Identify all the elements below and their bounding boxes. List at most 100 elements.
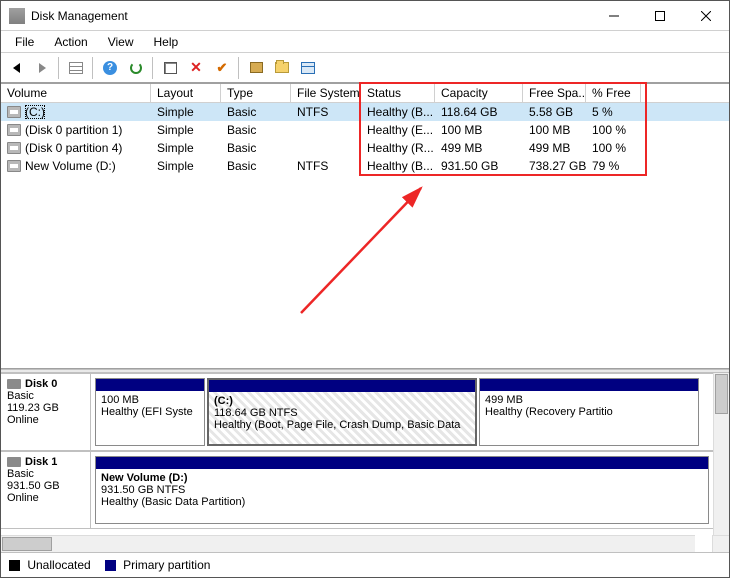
partition-body: 499 MBHealthy (Recovery Partitio	[480, 391, 698, 445]
scrollbar-corner	[712, 535, 729, 552]
properties-button[interactable]	[159, 57, 181, 79]
menubar: File Action View Help	[1, 31, 729, 53]
minimize-button[interactable]	[591, 1, 637, 30]
console-tree-icon	[69, 62, 83, 74]
disk-kind: Basic	[7, 390, 84, 402]
legend-unallocated-label: Unallocated	[27, 558, 90, 572]
volume-row[interactable]: (Disk 0 partition 1)SimpleBasicHealthy (…	[1, 121, 729, 139]
delete-button[interactable]: ✕	[185, 57, 207, 79]
toolbar: ? ✕ ✔	[1, 53, 729, 83]
disk-state: Online	[7, 492, 84, 504]
partition-title: New Volume (D:)	[101, 472, 188, 484]
volume-cell: Basic	[221, 122, 291, 138]
volume-cell: Basic	[221, 140, 291, 156]
menu-view[interactable]: View	[98, 33, 144, 51]
disk-label: Disk 1Basic931.50 GBOnline	[1, 452, 91, 528]
volume-cell: 738.27 GB	[523, 158, 586, 174]
disk-row: Disk 1Basic931.50 GBOnlineNew Volume (D:…	[1, 451, 713, 529]
menu-action[interactable]: Action	[44, 33, 97, 51]
disk-rows: Disk 0Basic119.23 GBOnline100 MBHealthy …	[1, 373, 713, 535]
vertical-scrollbar[interactable]	[713, 373, 729, 535]
menu-file[interactable]: File	[5, 33, 44, 51]
volume-cell: 100 %	[586, 140, 641, 156]
legend-primary-label: Primary partition	[123, 558, 210, 572]
horizontal-scrollbar[interactable]	[1, 535, 695, 552]
disk-size: 931.50 GB	[7, 480, 84, 492]
partition-line2: Healthy (EFI Syste	[101, 406, 193, 418]
scrollbar-thumb[interactable]	[2, 537, 52, 551]
legend-unallocated: Unallocated	[9, 558, 91, 572]
volume-cell: 118.64 GB	[435, 104, 523, 120]
volume-cell: Healthy (E...	[361, 122, 435, 138]
maximize-button[interactable]	[637, 1, 683, 30]
volume-row[interactable]: New Volume (D:)SimpleBasicNTFSHealthy (B…	[1, 157, 729, 175]
column-header-filesystem[interactable]: File System	[291, 84, 361, 102]
partition[interactable]: (C:)118.64 GB NTFSHealthy (Boot, Page Fi…	[207, 378, 477, 446]
partition-header	[96, 457, 708, 469]
partition-line1: 100 MB	[101, 394, 139, 406]
titlebar: Disk Management	[1, 1, 729, 31]
disk-icon	[7, 379, 21, 389]
show-console-tree-button[interactable]	[65, 57, 87, 79]
partition-header	[96, 379, 204, 391]
volume-cell: Healthy (R...	[361, 140, 435, 156]
volume-cell: (Disk 0 partition 1)	[1, 122, 151, 138]
volume-cell: 79 %	[586, 158, 641, 174]
column-header-free[interactable]: Free Spa...	[523, 84, 586, 102]
volume-row[interactable]: (C:)SimpleBasicNTFSHealthy (B...118.64 G…	[1, 103, 729, 121]
disk-name: Disk 0	[25, 378, 57, 390]
volume-cell: NTFS	[291, 104, 361, 120]
column-header-status[interactable]: Status	[361, 84, 435, 102]
new-disk-button[interactable]	[245, 57, 267, 79]
column-header-layout[interactable]: Layout	[151, 84, 221, 102]
refresh-icon	[130, 62, 142, 74]
volume-cell: 100 %	[586, 122, 641, 138]
scrollbar-thumb[interactable]	[715, 374, 728, 414]
disk-label: Disk 0Basic119.23 GBOnline	[1, 374, 91, 450]
help-icon: ?	[103, 61, 117, 75]
volume-cell: New Volume (D:)	[1, 158, 151, 174]
configure-columns-button[interactable]	[297, 57, 319, 79]
volume-cell: 5.58 GB	[523, 104, 586, 120]
swatch-primary-icon	[105, 560, 116, 571]
swatch-unallocated-icon	[9, 560, 20, 571]
partition[interactable]: New Volume (D:)931.50 GB NTFSHealthy (Ba…	[95, 456, 709, 524]
menu-help[interactable]: Help	[144, 33, 189, 51]
volume-cell: NTFS	[291, 158, 361, 174]
partition-line2: Healthy (Boot, Page File, Crash Dump, Ba…	[214, 419, 460, 431]
forward-button[interactable]	[31, 57, 53, 79]
disk-size: 119.23 GB	[7, 402, 84, 414]
partition[interactable]: 499 MBHealthy (Recovery Partitio	[479, 378, 699, 446]
help-topics-button[interactable]: ?	[99, 57, 121, 79]
legend: Unallocated Primary partition	[1, 553, 729, 577]
partition-body: 100 MBHealthy (EFI Syste	[96, 391, 204, 445]
partition-header	[480, 379, 698, 391]
refresh-button[interactable]	[125, 57, 147, 79]
volume-cell: 100 MB	[435, 122, 523, 138]
disk-partitions: New Volume (D:)931.50 GB NTFSHealthy (Ba…	[91, 452, 713, 528]
volume-cell: Simple	[151, 140, 221, 156]
disk-kind: Basic	[7, 468, 84, 480]
volume-cell: 499 MB	[435, 140, 523, 156]
column-header-pct-free[interactable]: % Free	[586, 84, 641, 102]
column-header-capacity[interactable]: Capacity	[435, 84, 523, 102]
explore-button[interactable]	[271, 57, 293, 79]
close-button[interactable]	[683, 1, 729, 30]
volume-name: (Disk 0 partition 4)	[25, 141, 122, 155]
partition-line1: 931.50 GB NTFS	[101, 484, 185, 496]
partition-line2: Healthy (Basic Data Partition)	[101, 496, 245, 508]
folder-icon	[275, 62, 289, 73]
commit-button[interactable]: ✔	[211, 57, 233, 79]
column-header-volume[interactable]: Volume	[1, 84, 151, 102]
disk-management-window: Disk Management File Action View Help ? …	[0, 0, 730, 578]
column-header-type[interactable]: Type	[221, 84, 291, 102]
volume-row[interactable]: (Disk 0 partition 4) SimpleBasic Healthy (…	[1, 139, 729, 157]
panel-icon	[301, 62, 315, 74]
volume-cell: (Disk 0 partition 4)	[1, 140, 151, 156]
volume-name: New Volume (D:)	[25, 159, 116, 173]
volume-cell	[291, 147, 361, 149]
partition-line2: Healthy (Recovery Partitio	[485, 406, 613, 418]
back-button[interactable]	[5, 57, 27, 79]
partition[interactable]: 100 MBHealthy (EFI Syste	[95, 378, 205, 446]
toolbar-separator	[152, 57, 154, 79]
